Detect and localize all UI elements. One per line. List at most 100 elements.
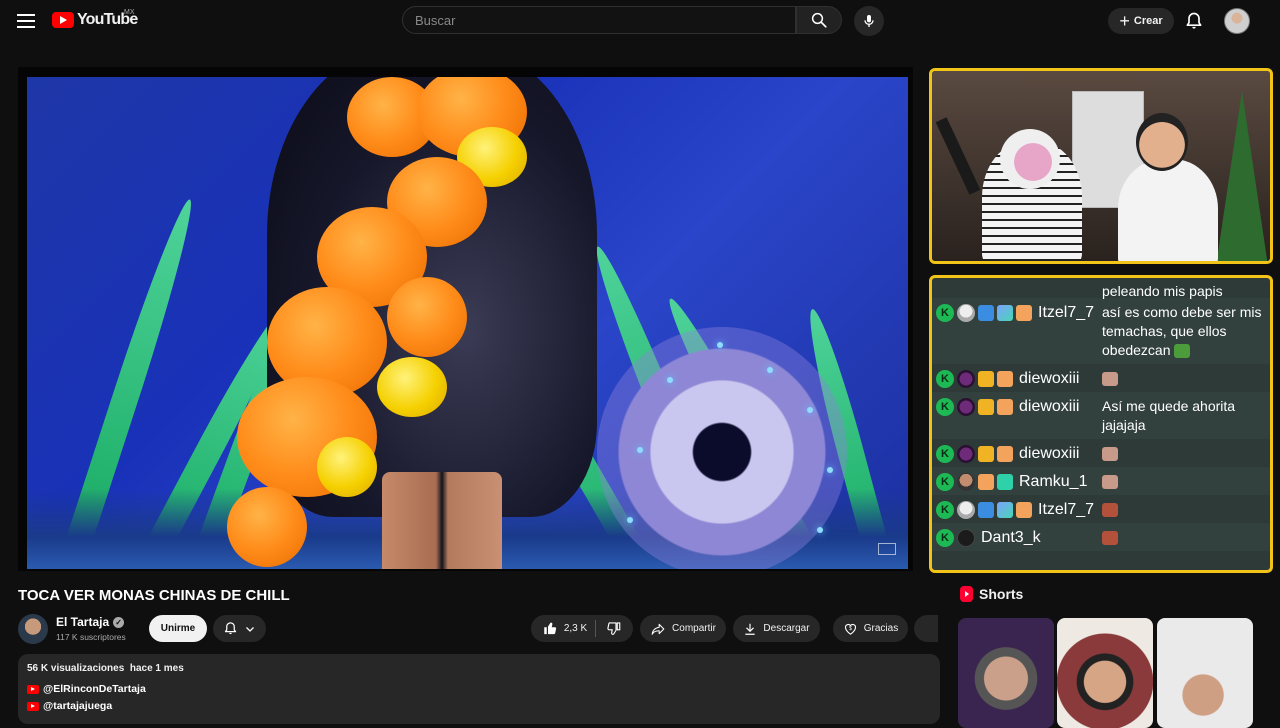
shorts-title: Shorts [979,586,1024,602]
join-button[interactable]: Unirme [149,615,207,642]
user-avatar [957,445,975,463]
sub-badge-icon [997,371,1013,387]
like-count: 2,3 K [563,623,588,634]
streamer-left [1000,129,1060,189]
shorts-header: Shorts [960,586,1023,602]
kick-badge-icon: K [936,445,954,463]
sparkle [627,517,633,523]
sub-badge-icon [978,474,994,490]
share-label: Compartir [672,623,716,634]
sub-badge-icon [1016,305,1032,321]
chat-overlay: peleando mis papis K Itzel7_7 así es com… [929,275,1273,573]
channel-name[interactable]: El Tartaja [56,615,109,629]
crown-badge-icon [978,446,994,462]
youtube-icon [27,684,39,694]
chevron-down-icon [246,626,254,632]
video-title: TOCA VER MONAS CHINAS DE CHILL [18,587,290,604]
svg-text:$: $ [849,626,852,632]
cat-emote-icon [1102,447,1118,462]
chat-username: diewoxiii [1019,370,1080,387]
user-avatar [957,501,975,519]
top-bar: YouTube MX + Crear [0,0,1280,42]
channel-avatar[interactable] [18,614,48,644]
voice-search-button[interactable] [854,6,884,36]
subscriber-count: 117 K suscriptores [56,632,126,642]
video-player[interactable] [18,67,913,571]
search-bar [402,6,842,36]
user-avatar [957,529,975,547]
download-label: Descargar [763,623,810,634]
create-button[interactable]: + Crear [1108,8,1174,34]
thanks-label: Gracias [863,623,899,634]
chat-message: K diewoxiii [932,439,1270,467]
channel-link-text[interactable]: @ElRinconDeTartaja [43,683,146,695]
youtube-logo[interactable]: YouTube MX [52,9,138,29]
frog-emote-icon [1174,344,1191,359]
sparkle [807,407,813,413]
channel-link[interactable]: @tartajajuega [27,700,112,712]
kick-badge-icon: K [936,370,954,388]
chat-message: K diewoxiii [932,364,1270,392]
chat-username: Dant3_k [981,529,1041,546]
microphone-icon [864,15,874,27]
chat-username: Ramku_1 [1019,473,1088,490]
chat-username: diewoxiii [1019,398,1080,415]
description-box[interactable]: 56 K visualizaciones hace 1 mes @ElRinco… [18,654,940,724]
download-button[interactable]: Descargar [733,615,820,642]
channel-link-text[interactable]: @tartajajuega [43,700,112,712]
share-button[interactable]: Compartir [640,615,726,642]
create-label: Crear [1133,15,1163,27]
webcam-overlay [929,68,1273,264]
search-input[interactable] [402,6,796,34]
upload-date: hace 1 mes [129,663,184,674]
short-thumbnail[interactable] [1057,618,1153,728]
kick-badge-icon: K [936,473,954,491]
plus-icon: + [1119,11,1130,31]
thanks-button[interactable]: $ Gracias [833,615,908,642]
subscription-bell-button[interactable] [213,615,266,642]
channel-link[interactable]: @ElRinconDeTartaja [27,683,146,695]
christmas-tree [1216,91,1268,261]
sparkle [817,527,823,533]
search-button[interactable] [796,6,842,34]
notifications-bell-icon[interactable] [1184,11,1204,31]
thumbs-down-icon[interactable] [606,621,621,636]
crown-badge-icon [978,399,994,415]
shorts-icon [960,586,973,602]
crown-badge-icon [978,371,994,387]
user-avatar [957,304,975,322]
face-emote-icon [1102,503,1118,518]
channel-name-row[interactable]: El Tartaja ✓ [56,615,125,629]
bell-icon [224,622,237,635]
chat-text: peleando mis papis [1102,283,1223,299]
sparkle [667,377,673,383]
cat-emote-icon [1102,475,1118,490]
kick-badge-icon: K [936,398,954,416]
chat-message: K diewoxiii Así me quede ahorita jajajaj… [932,392,1270,439]
like-button[interactable]: 2,3 K [543,620,597,637]
chat-message: K Itzel7_7 así es como debe ser mis tema… [932,298,1270,364]
sub-badge-icon [997,399,1013,415]
chat-message: K Ramku_1 [932,467,1270,495]
short-thumbnail[interactable] [1157,618,1253,728]
chat-message: K Dant3_k [932,523,1270,551]
short-thumbnail[interactable] [958,618,1054,728]
user-avatar [957,370,975,388]
chat-text: Así me quede ahorita jajajaja [1102,398,1236,433]
download-icon [745,623,756,635]
account-avatar[interactable] [1224,8,1250,34]
gifter-badge-icon [997,502,1013,518]
cat-emote-icon [1102,372,1118,387]
video-frame[interactable] [27,77,908,569]
more-actions-button[interactable] [914,615,938,642]
chat-message: K Itzel7_7 [932,495,1270,523]
streamer-right [1136,113,1188,171]
menu-icon[interactable] [14,10,38,32]
sparkle [717,342,723,348]
thumbs-up-icon [544,622,556,635]
legs [382,472,502,569]
view-count: 56 K visualizaciones [27,663,125,674]
verified-icon: ✓ [113,616,125,628]
chat-username: Itzel7_7 [1038,501,1095,518]
youtube-icon [27,701,39,711]
